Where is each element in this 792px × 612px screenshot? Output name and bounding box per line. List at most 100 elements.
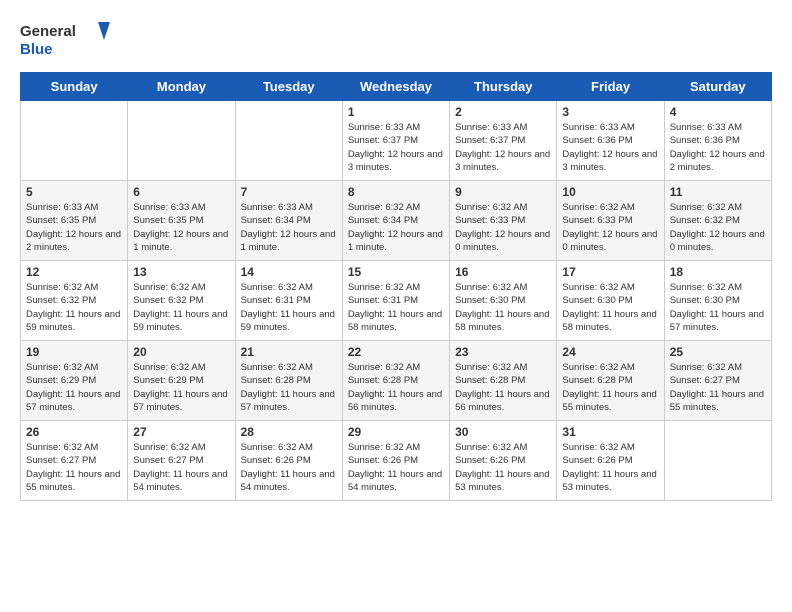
calendar-cell: 14 Sunrise: 6:32 AMSunset: 6:31 PMDayligh…	[235, 261, 342, 341]
day-number: 11	[670, 185, 766, 199]
weekday-header-saturday: Saturday	[664, 73, 771, 101]
calendar-week-row: 26 Sunrise: 6:32 AMSunset: 6:27 PMDayligh…	[21, 421, 772, 501]
calendar-cell: 28Sunrise: 6:32 AMSunset: 6:26 PMDayligh…	[235, 421, 342, 501]
calendar-week-row: 12 Sunrise: 6:32 AMSunset: 6:32 PMDayligh…	[21, 261, 772, 341]
weekday-header-monday: Monday	[128, 73, 235, 101]
day-number: 9	[455, 185, 551, 199]
day-info: Sunrise: 6:32 AMSunset: 6:33 PMDaylight:…	[455, 201, 551, 254]
calendar-cell: 11 Sunrise: 6:32 AMSunset: 6:32 PMDayligh…	[664, 181, 771, 261]
day-info: Sunrise: 6:33 AMSunset: 6:37 PMDaylight:…	[455, 121, 551, 174]
day-info: Sunrise: 6:32 AMSunset: 6:29 PMDaylight:…	[133, 361, 229, 414]
day-number: 13	[133, 265, 229, 279]
calendar-cell: 26 Sunrise: 6:32 AMSunset: 6:27 PMDayligh…	[21, 421, 128, 501]
day-info: Sunrise: 6:33 AMSunset: 6:37 PMDaylight:…	[348, 121, 444, 174]
calendar-cell	[235, 101, 342, 181]
day-number: 2	[455, 105, 551, 119]
calendar-cell: 18Sunrise: 6:32 AMSunset: 6:30 PMDayligh…	[664, 261, 771, 341]
calendar-cell: 16 Sunrise: 6:32 AMSunset: 6:30 PMDayligh…	[450, 261, 557, 341]
calendar-cell	[21, 101, 128, 181]
calendar-cell: 20 Sunrise: 6:32 AMSunset: 6:29 PMDayligh…	[128, 341, 235, 421]
calendar-cell: 9 Sunrise: 6:32 AMSunset: 6:33 PMDaylight…	[450, 181, 557, 261]
day-number: 21	[241, 345, 337, 359]
day-info: Sunrise: 6:32 AMSunset: 6:26 PMDaylight:…	[455, 441, 551, 494]
weekday-header-row: SundayMondayTuesdayWednesdayThursdayFrid…	[21, 73, 772, 101]
calendar-cell: 5 Sunrise: 6:33 AMSunset: 6:35 PMDaylight…	[21, 181, 128, 261]
day-number: 31	[562, 425, 658, 439]
day-number: 19	[26, 345, 122, 359]
calendar-cell: 2 Sunrise: 6:33 AMSunset: 6:37 PMDaylight…	[450, 101, 557, 181]
day-info: Sunrise: 6:32 AMSunset: 6:32 PMDaylight:…	[133, 281, 229, 334]
calendar-cell: 29 Sunrise: 6:32 AMSunset: 6:26 PMDayligh…	[342, 421, 449, 501]
calendar-cell: 3Sunrise: 6:33 AMSunset: 6:36 PMDaylight…	[557, 101, 664, 181]
calendar-cell: 21 Sunrise: 6:32 AMSunset: 6:28 PMDayligh…	[235, 341, 342, 421]
calendar-cell: 1 Sunrise: 6:33 AMSunset: 6:37 PMDaylight…	[342, 101, 449, 181]
day-info: Sunrise: 6:33 AMSunset: 6:35 PMDaylight:…	[26, 201, 122, 254]
day-number: 7	[241, 185, 337, 199]
svg-text:General: General	[20, 23, 76, 40]
day-info: Sunrise: 6:32 AMSunset: 6:28 PMDaylight:…	[348, 361, 444, 414]
day-number: 3	[562, 105, 658, 119]
day-number: 18	[670, 265, 766, 279]
calendar-cell: 6Sunrise: 6:33 AMSunset: 6:35 PMDaylight…	[128, 181, 235, 261]
day-info: Sunrise: 6:32 AMSunset: 6:28 PMDaylight:…	[562, 361, 658, 414]
calendar-cell: 22 Sunrise: 6:32 AMSunset: 6:28 PMDayligh…	[342, 341, 449, 421]
calendar-cell: 30Sunrise: 6:32 AMSunset: 6:26 PMDayligh…	[450, 421, 557, 501]
day-number: 25	[670, 345, 766, 359]
day-number: 17	[562, 265, 658, 279]
calendar-cell: 31 Sunrise: 6:32 AMSunset: 6:26 PMDayligh…	[557, 421, 664, 501]
day-info: Sunrise: 6:32 AMSunset: 6:28 PMDaylight:…	[241, 361, 337, 414]
logo-svg: General Blue	[20, 20, 110, 62]
day-number: 10	[562, 185, 658, 199]
svg-text:Blue: Blue	[20, 41, 53, 58]
day-number: 8	[348, 185, 444, 199]
logo: General Blue	[20, 20, 110, 62]
day-number: 26	[26, 425, 122, 439]
weekday-header-sunday: Sunday	[21, 73, 128, 101]
weekday-header-friday: Friday	[557, 73, 664, 101]
calendar-week-row: 5 Sunrise: 6:33 AMSunset: 6:35 PMDaylight…	[21, 181, 772, 261]
calendar-cell	[128, 101, 235, 181]
day-number: 14	[241, 265, 337, 279]
day-info: Sunrise: 6:32 AMSunset: 6:26 PMDaylight:…	[348, 441, 444, 494]
day-number: 1	[348, 105, 444, 119]
day-info: Sunrise: 6:32 AMSunset: 6:31 PMDaylight:…	[241, 281, 337, 334]
day-number: 12	[26, 265, 122, 279]
day-number: 5	[26, 185, 122, 199]
calendar-cell: 19 Sunrise: 6:32 AMSunset: 6:29 PMDayligh…	[21, 341, 128, 421]
day-number: 16	[455, 265, 551, 279]
calendar-cell: 24 Sunrise: 6:32 AMSunset: 6:28 PMDayligh…	[557, 341, 664, 421]
calendar-cell: 4 Sunrise: 6:33 AMSunset: 6:36 PMDaylight…	[664, 101, 771, 181]
day-number: 29	[348, 425, 444, 439]
calendar-cell: 23Sunrise: 6:32 AMSunset: 6:28 PMDayligh…	[450, 341, 557, 421]
calendar-cell: 8 Sunrise: 6:32 AMSunset: 6:34 PMDaylight…	[342, 181, 449, 261]
day-info: Sunrise: 6:32 AMSunset: 6:28 PMDaylight:…	[455, 361, 551, 414]
day-info: Sunrise: 6:32 AMSunset: 6:31 PMDaylight:…	[348, 281, 444, 334]
calendar-cell: 15Sunrise: 6:32 AMSunset: 6:31 PMDayligh…	[342, 261, 449, 341]
day-info: Sunrise: 6:32 AMSunset: 6:27 PMDaylight:…	[26, 441, 122, 494]
calendar-table: SundayMondayTuesdayWednesdayThursdayFrid…	[20, 72, 772, 501]
day-info: Sunrise: 6:32 AMSunset: 6:26 PMDaylight:…	[241, 441, 337, 494]
calendar-cell: 17Sunrise: 6:32 AMSunset: 6:30 PMDayligh…	[557, 261, 664, 341]
calendar-cell: 7Sunrise: 6:33 AMSunset: 6:34 PMDaylight…	[235, 181, 342, 261]
day-info: Sunrise: 6:33 AMSunset: 6:35 PMDaylight:…	[133, 201, 229, 254]
day-number: 20	[133, 345, 229, 359]
page-header: General Blue	[20, 20, 772, 62]
day-number: 4	[670, 105, 766, 119]
day-info: Sunrise: 6:32 AMSunset: 6:30 PMDaylight:…	[455, 281, 551, 334]
calendar-cell	[664, 421, 771, 501]
day-info: Sunrise: 6:32 AMSunset: 6:33 PMDaylight:…	[562, 201, 658, 254]
day-info: Sunrise: 6:32 AMSunset: 6:26 PMDaylight:…	[562, 441, 658, 494]
weekday-header-thursday: Thursday	[450, 73, 557, 101]
calendar-cell: 25 Sunrise: 6:32 AMSunset: 6:27 PMDayligh…	[664, 341, 771, 421]
calendar-week-row: 19 Sunrise: 6:32 AMSunset: 6:29 PMDayligh…	[21, 341, 772, 421]
day-info: Sunrise: 6:32 AMSunset: 6:34 PMDaylight:…	[348, 201, 444, 254]
calendar-cell: 13 Sunrise: 6:32 AMSunset: 6:32 PMDayligh…	[128, 261, 235, 341]
day-info: Sunrise: 6:32 AMSunset: 6:27 PMDaylight:…	[670, 361, 766, 414]
day-info: Sunrise: 6:33 AMSunset: 6:36 PMDaylight:…	[670, 121, 766, 174]
weekday-header-tuesday: Tuesday	[235, 73, 342, 101]
day-info: Sunrise: 6:32 AMSunset: 6:29 PMDaylight:…	[26, 361, 122, 414]
day-info: Sunrise: 6:32 AMSunset: 6:32 PMDaylight:…	[670, 201, 766, 254]
day-info: Sunrise: 6:32 AMSunset: 6:32 PMDaylight:…	[26, 281, 122, 334]
day-number: 22	[348, 345, 444, 359]
day-number: 24	[562, 345, 658, 359]
